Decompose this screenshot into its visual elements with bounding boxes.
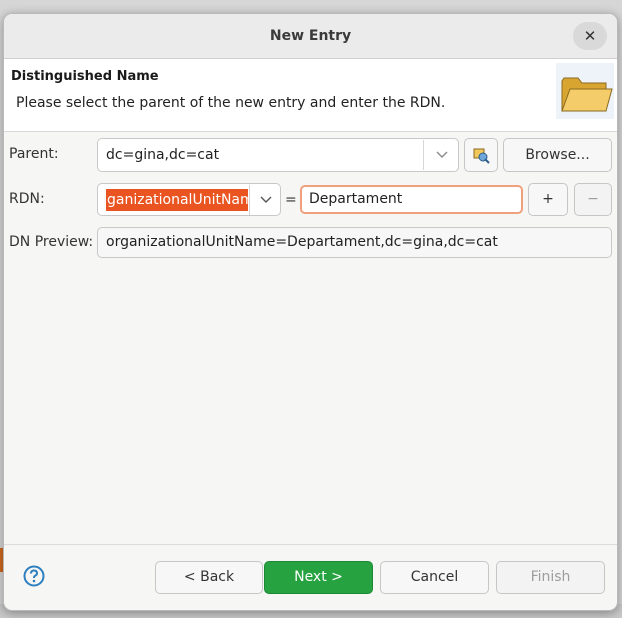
dn-preview-label: DN Preview: bbox=[9, 234, 94, 250]
finish-button[interactable]: Finish bbox=[496, 561, 605, 594]
dn-preview-field[interactable]: organizationalUnitName=Departament,dc=gi… bbox=[97, 227, 612, 258]
close-button[interactable]: ✕ bbox=[573, 22, 607, 50]
cancel-button[interactable]: Cancel bbox=[380, 561, 489, 594]
rdn-attribute-combo[interactable]: ganizationalUnitNam bbox=[97, 183, 281, 216]
header-title: Distinguished Name bbox=[11, 69, 159, 84]
combo-divider bbox=[249, 185, 250, 215]
dn-preview-value: organizationalUnitName=Departament,dc=gi… bbox=[106, 234, 498, 250]
parent-combo[interactable]: dc=gina,dc=cat bbox=[97, 138, 459, 172]
remove-rdn-button[interactable]: − bbox=[574, 183, 612, 216]
new-entry-dialog: New Entry ✕ Distinguished Name Please se… bbox=[3, 13, 618, 611]
folder-icon bbox=[556, 63, 614, 119]
parent-label: Parent: bbox=[9, 146, 59, 162]
rdn-value-text: Departament bbox=[309, 191, 403, 207]
wizard-header: Distinguished Name Please select the par… bbox=[4, 59, 617, 132]
combo-divider bbox=[423, 140, 424, 170]
help-icon[interactable] bbox=[23, 565, 45, 587]
browse-button[interactable]: Browse... bbox=[503, 138, 612, 172]
chevron-down-icon[interactable] bbox=[254, 184, 278, 216]
rdn-attribute-value[interactable]: ganizationalUnitNam bbox=[106, 189, 248, 211]
rdn-label: RDN: bbox=[9, 191, 45, 207]
rdn-value-input[interactable]: Departament bbox=[300, 185, 523, 214]
chevron-down-icon[interactable] bbox=[430, 139, 454, 171]
equals-sign: = bbox=[285, 192, 297, 208]
ldap-tree-icon bbox=[473, 148, 490, 164]
title-bar: New Entry ✕ bbox=[4, 14, 617, 59]
back-button[interactable]: < Back bbox=[155, 561, 263, 594]
close-icon: ✕ bbox=[583, 27, 597, 45]
next-button[interactable]: Next > bbox=[264, 561, 373, 594]
parent-picker-button[interactable] bbox=[464, 138, 498, 172]
footer-divider bbox=[4, 544, 617, 545]
dialog-title: New Entry bbox=[269, 28, 352, 44]
add-rdn-button[interactable]: + bbox=[528, 183, 568, 216]
header-description: Please select the parent of the new entr… bbox=[16, 95, 446, 111]
parent-value: dc=gina,dc=cat bbox=[106, 147, 220, 163]
